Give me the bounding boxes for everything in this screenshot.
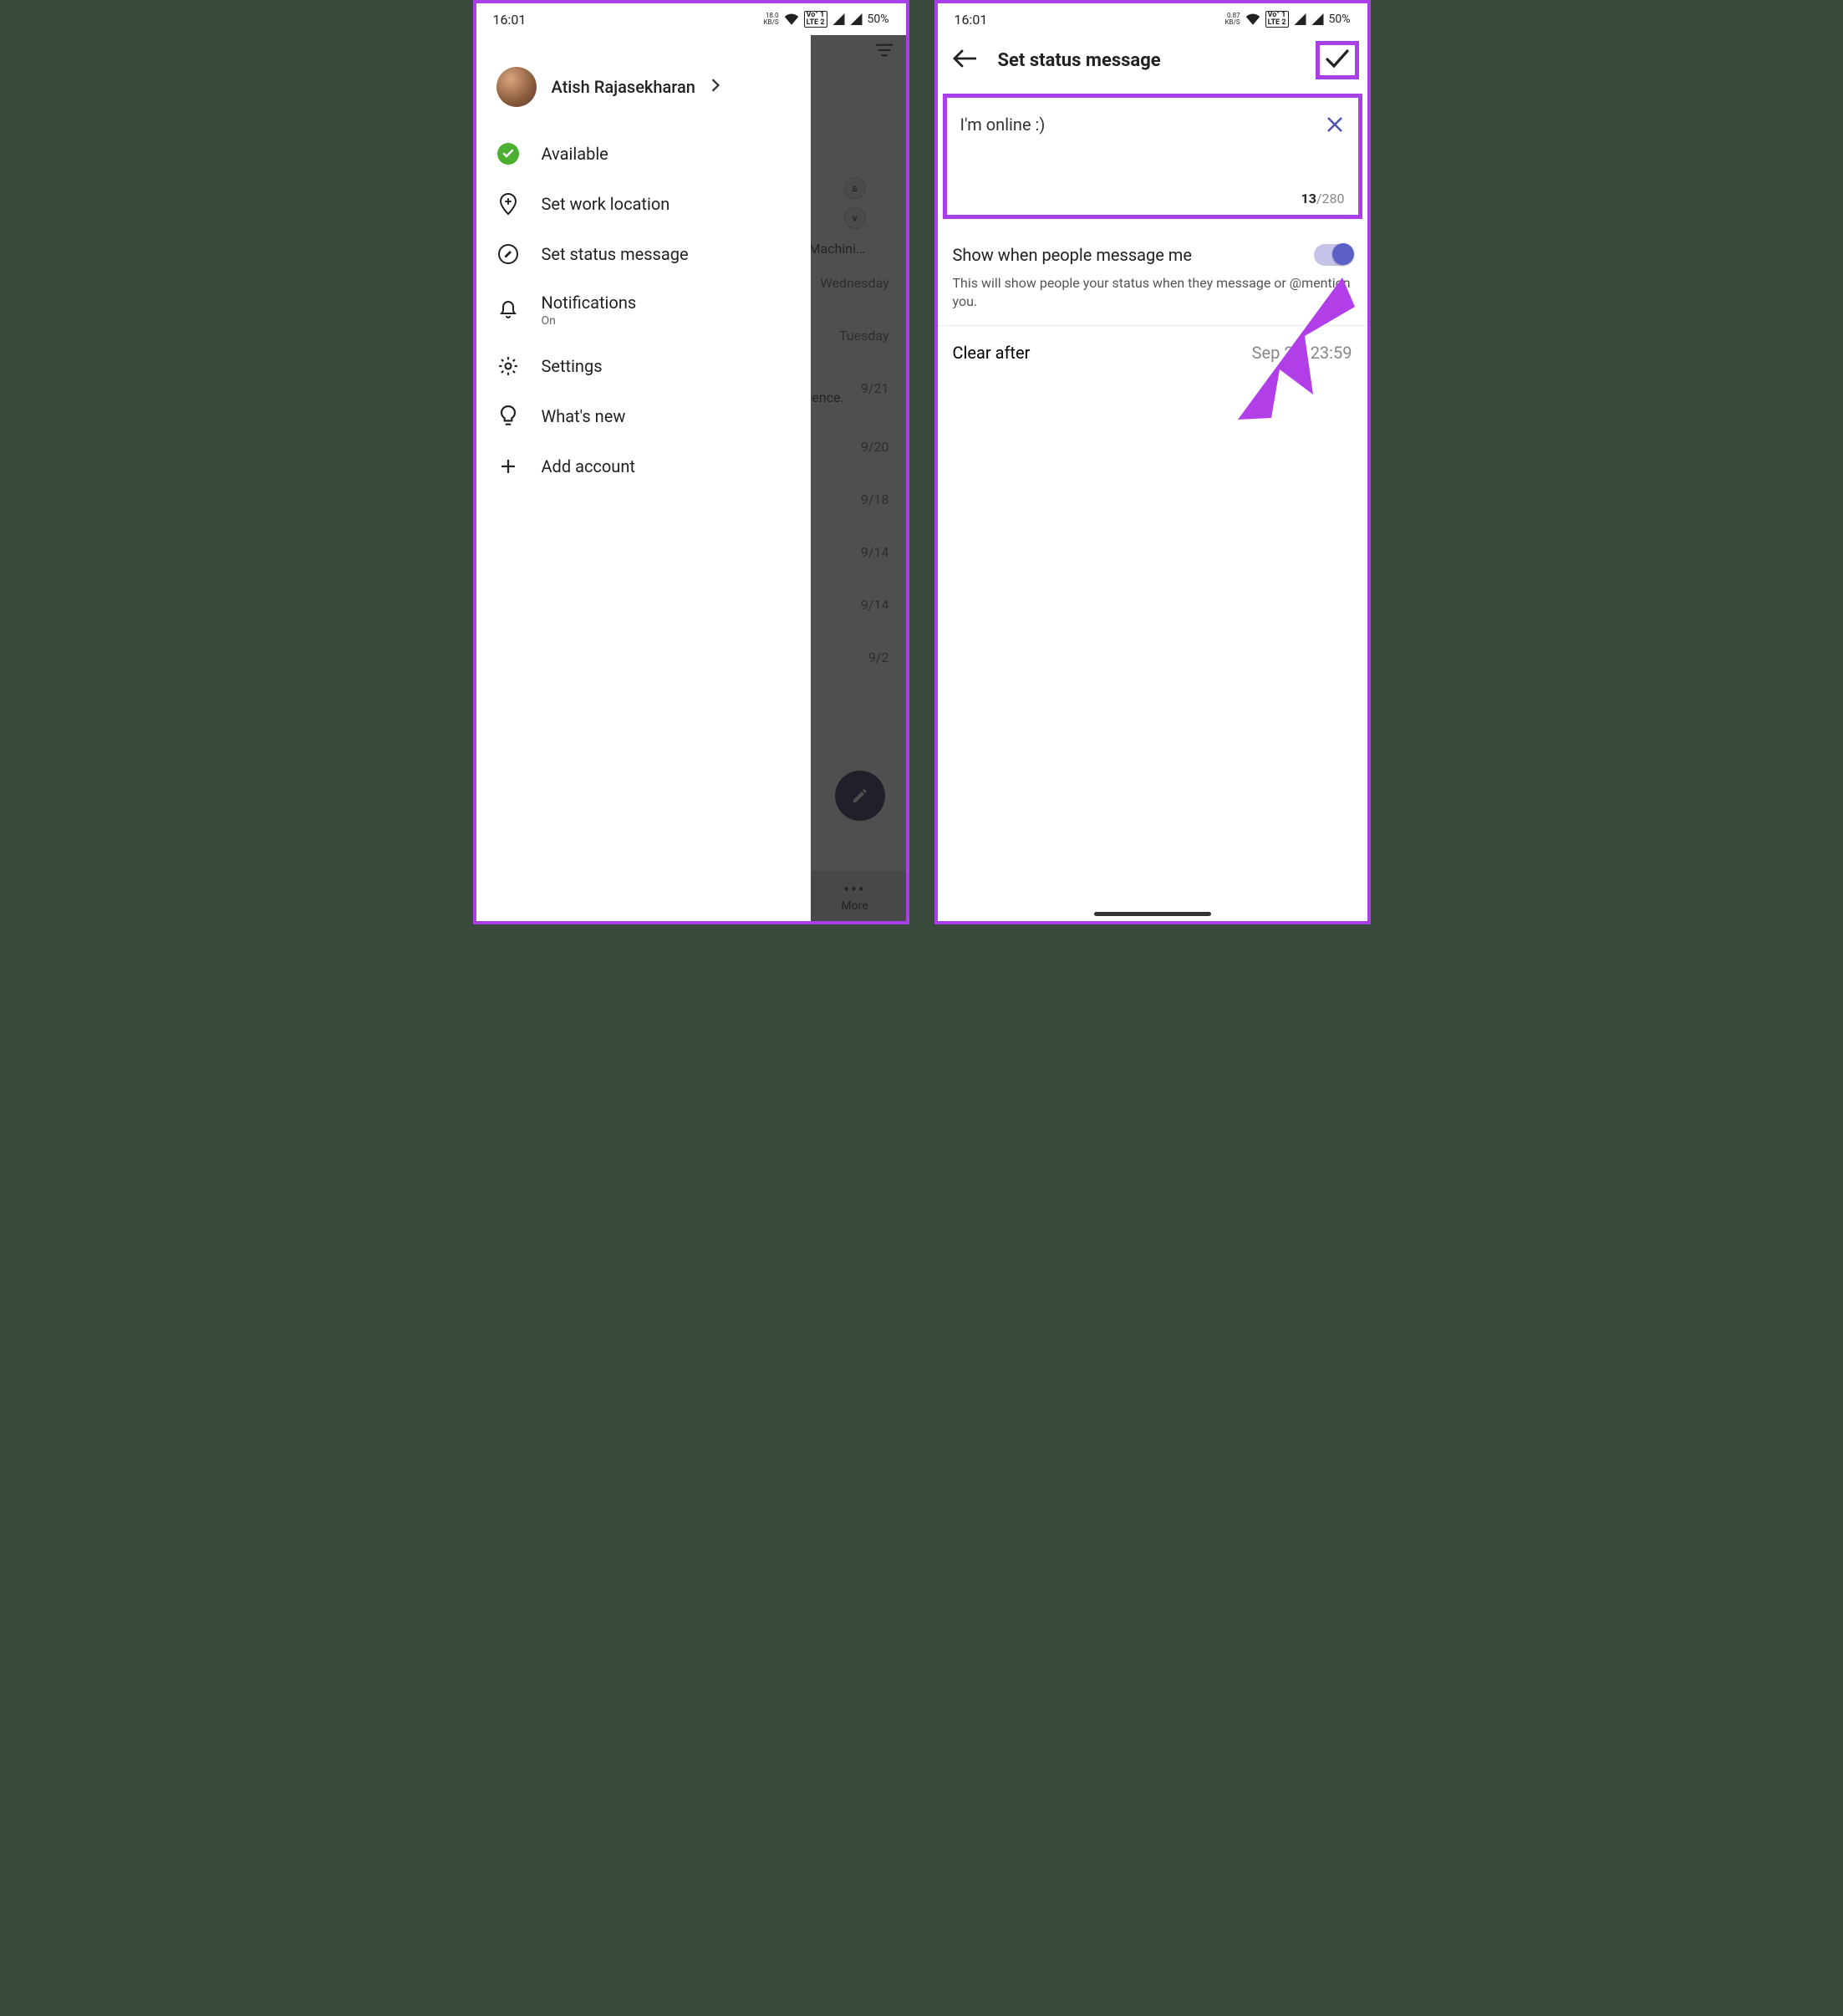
- status-input-value: I'm online :): [960, 115, 1345, 135]
- edit-circle-icon: [496, 242, 520, 266]
- phone-right-screenshot: 16:01 0.87 KB/S Vo° 1 LTE 2 50% Set st: [934, 0, 1371, 924]
- clock: 16:01: [955, 12, 988, 28]
- plus-icon: [496, 455, 520, 478]
- lightbulb-icon: [496, 405, 520, 428]
- confirm-button[interactable]: [1316, 41, 1359, 79]
- battery-percent: 50%: [868, 13, 889, 26]
- phone-left-screenshot: 16:01 18.0 KB/S Vo° 1 LTE 2 50%: [473, 0, 909, 924]
- work-location-label: Set work location: [542, 194, 670, 214]
- clear-after-label: Clear after: [953, 343, 1031, 363]
- checkmark-icon: [1325, 48, 1350, 69]
- work-location-row[interactable]: Set work location: [476, 179, 811, 229]
- lte-badge: Vo° 1 LTE 2: [804, 11, 827, 28]
- add-account-label: Add account: [542, 456, 635, 476]
- avatar: [496, 67, 537, 107]
- status-bar: 16:01 0.87 KB/S Vo° 1 LTE 2 50%: [938, 3, 1367, 35]
- show-when-message-description: This will show people your status when t…: [938, 271, 1367, 326]
- presence-row[interactable]: Available: [476, 129, 811, 179]
- status-message-label: Set status message: [542, 244, 689, 264]
- bell-icon: [496, 298, 520, 322]
- side-drawer: Atish Rajasekharan Available Set work lo…: [476, 35, 811, 921]
- profile-row[interactable]: Atish Rajasekharan: [476, 52, 811, 129]
- clock: 16:01: [493, 12, 527, 28]
- whats-new-row[interactable]: What's new: [476, 391, 811, 441]
- lte-badge: Vo° 1 LTE 2: [1265, 11, 1289, 28]
- back-button[interactable]: [946, 44, 983, 76]
- location-plus-icon: [496, 192, 520, 216]
- settings-label: Settings: [542, 356, 603, 376]
- status-message-row[interactable]: Set status message: [476, 229, 811, 279]
- clear-after-value: Sep 29, 23:59: [1252, 343, 1352, 363]
- status-bar: 16:01 18.0 KB/S Vo° 1 LTE 2 50%: [476, 3, 906, 35]
- battery-percent: 50%: [1329, 13, 1351, 26]
- app-bar: Set status message: [938, 35, 1367, 85]
- home-indicator: [1094, 912, 1211, 916]
- notifications-row[interactable]: Notifications On: [476, 279, 811, 341]
- signal-icon: [1294, 13, 1306, 25]
- user-name: Atish Rajasekharan: [552, 77, 695, 97]
- signal-icon: [832, 13, 845, 25]
- notifications-sublabel: On: [542, 314, 637, 328]
- wifi-icon: [1245, 13, 1260, 25]
- gear-icon: [496, 354, 520, 378]
- presence-label: Available: [542, 144, 608, 164]
- clear-status-button[interactable]: [1325, 115, 1345, 138]
- status-input-card[interactable]: I'm online :) 13/280: [943, 94, 1362, 219]
- add-account-row[interactable]: Add account: [476, 441, 811, 491]
- char-counter: 13/280: [1301, 191, 1345, 206]
- signal-icon-2: [850, 13, 863, 25]
- whats-new-label: What's new: [542, 406, 626, 426]
- clear-after-row[interactable]: Clear after Sep 29, 23:59: [938, 326, 1367, 379]
- show-when-message-row[interactable]: Show when people message me: [938, 227, 1367, 271]
- settings-row[interactable]: Settings: [476, 341, 811, 391]
- show-when-message-toggle[interactable]: [1314, 244, 1352, 266]
- notifications-label: Notifications: [542, 293, 637, 313]
- signal-icon-2: [1311, 13, 1324, 25]
- data-rate: 18.0 KB/S: [764, 13, 779, 26]
- page-title: Set status message: [998, 50, 1301, 71]
- data-rate: 0.87 KB/S: [1225, 13, 1240, 26]
- show-when-message-label: Show when people message me: [953, 245, 1192, 265]
- close-icon: [1325, 115, 1345, 135]
- available-status-icon: [497, 143, 519, 165]
- wifi-icon: [784, 13, 799, 25]
- chevron-right-icon: [710, 79, 720, 95]
